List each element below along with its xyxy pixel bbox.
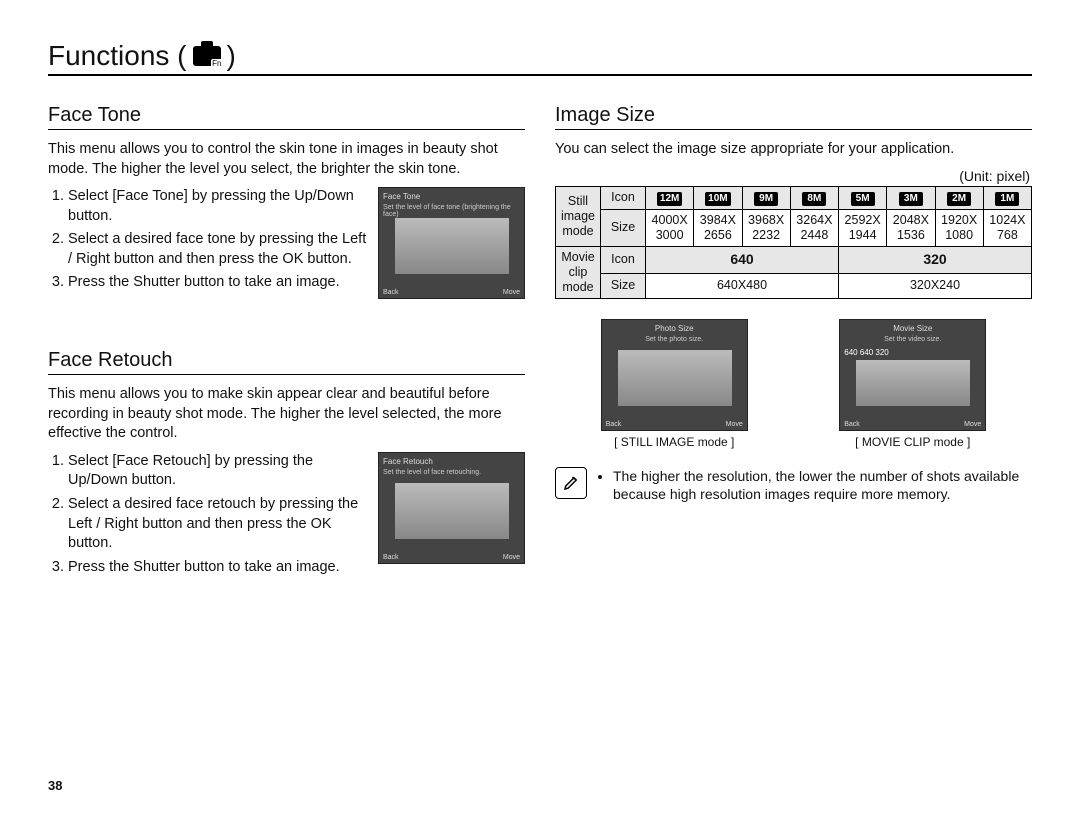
image-size-heading: Image Size [555,104,1032,130]
face-tone-heading: Face Tone [48,104,525,130]
image-size-table: Still image mode Icon 12M 10M 9M 8M 5M 3… [555,186,1032,299]
note-text: The higher the resolution, the lower the… [613,467,1032,505]
lcd-photo [395,218,509,274]
size-row-label: Size [601,209,646,246]
movie-clip-mode-lcd: Movie Size Set the video size. 640 640 3… [839,319,986,431]
note-icon [555,467,587,499]
lcd-back: Back [383,289,399,296]
face-retouch-step-2: Select a desired face retouch by pressin… [68,495,368,554]
lcd-title: Photo Size [606,324,743,333]
movie-icon-1: 320 [839,246,1032,273]
lcd-caption: Set the level of face retouching. [383,469,520,476]
movie-fig-label: [ MOVIE CLIP mode ] [839,435,986,449]
face-tone-steps: Select [Face Tone] by pressing the Up/Do… [48,187,368,293]
image-size-para: You can select the image size appropriat… [555,140,1032,160]
lcd-back: Back [844,421,860,428]
lcd-photo [856,360,970,406]
lcd-move: Move [503,554,520,561]
still-icon-0: 12M [657,192,682,206]
lcd-photo [618,350,732,406]
face-retouch-step-1: Select [Face Retouch] by pressing the Up… [68,452,368,491]
lcd-caption: Set the video size. [844,336,981,343]
page-title: Functions ( ) [48,40,1032,76]
lcd-title: Movie Size [844,324,981,333]
face-tone-para: This menu allows you to control the skin… [48,140,525,179]
right-column: Image Size You can select the image size… [555,94,1032,581]
face-retouch-steps: Select [Face Retouch] by pressing the Up… [48,452,368,577]
title-prefix: Functions ( [48,40,187,72]
face-retouch-step-3: Press the Shutter button to take an imag… [68,558,368,578]
note-box: The higher the resolution, the lower the… [555,467,1032,505]
still-size-1: 3984X 2656 [694,209,742,246]
still-size-5: 2048X 1536 [887,209,935,246]
face-retouch-lcd: Face Retouch Set the level of face retou… [378,452,525,564]
movie-size-row-label: Size [601,273,646,298]
face-tone-lcd: Face Tone Set the level of face tone (br… [378,187,525,299]
lcd-caption: Set the level of face tone (brightening … [383,204,520,218]
still-size-2: 3968X 2232 [742,209,790,246]
face-tone-step-1: Select [Face Tone] by pressing the Up/Do… [68,187,368,226]
lcd-move: Move [726,421,743,428]
face-retouch-heading: Face Retouch [48,349,525,375]
still-size-7: 1024X 768 [983,209,1031,246]
title-suffix: ) [227,40,236,72]
lcd-title: Face Tone [383,192,520,201]
still-icon-6: 2M [947,192,971,206]
movie-icon-0: 640 [646,246,839,273]
movie-size-1: 320X240 [839,273,1032,298]
lcd-title: Face Retouch [383,457,520,466]
lcd-move: Move [503,289,520,296]
still-size-0: 4000X 3000 [646,209,694,246]
icon-row-label: Icon [601,186,646,209]
unit-label: (Unit: pixel) [555,168,1030,184]
still-icon-1: 10M [705,192,730,206]
movie-size-0: 640X480 [646,273,839,298]
lcd-movie-options: 640 640 320 [844,348,889,357]
face-tone-step-3: Press the Shutter button to take an imag… [68,273,368,293]
face-tone-step-2: Select a desired face tone by pressing t… [68,230,368,269]
still-size-4: 2592X 1944 [839,209,887,246]
movie-icon-row-label: Icon [601,246,646,273]
still-size-6: 1920X 1080 [935,209,983,246]
page-number: 38 [48,778,62,793]
still-image-mode-lcd: Photo Size Set the photo size. Back Move [601,319,748,431]
still-icon-3: 8M [802,192,826,206]
lcd-back: Back [606,421,622,428]
still-size-3: 3264X 2448 [790,209,838,246]
lcd-move: Move [964,421,981,428]
movie-mode-label: Movie clip mode [556,246,601,298]
still-icon-5: 3M [899,192,923,206]
still-mode-label: Still image mode [556,186,601,246]
still-fig-label: [ STILL IMAGE mode ] [601,435,748,449]
lcd-back: Back [383,554,399,561]
lcd-photo [395,483,509,539]
lcd-caption: Set the photo size. [606,336,743,343]
left-column: Face Tone This menu allows you to contro… [48,94,525,581]
camera-fn-icon [193,46,221,66]
still-icon-2: 9M [754,192,778,206]
face-retouch-para: This menu allows you to make skin appear… [48,385,525,444]
still-icon-7: 1M [995,192,1019,206]
still-icon-4: 5M [851,192,875,206]
